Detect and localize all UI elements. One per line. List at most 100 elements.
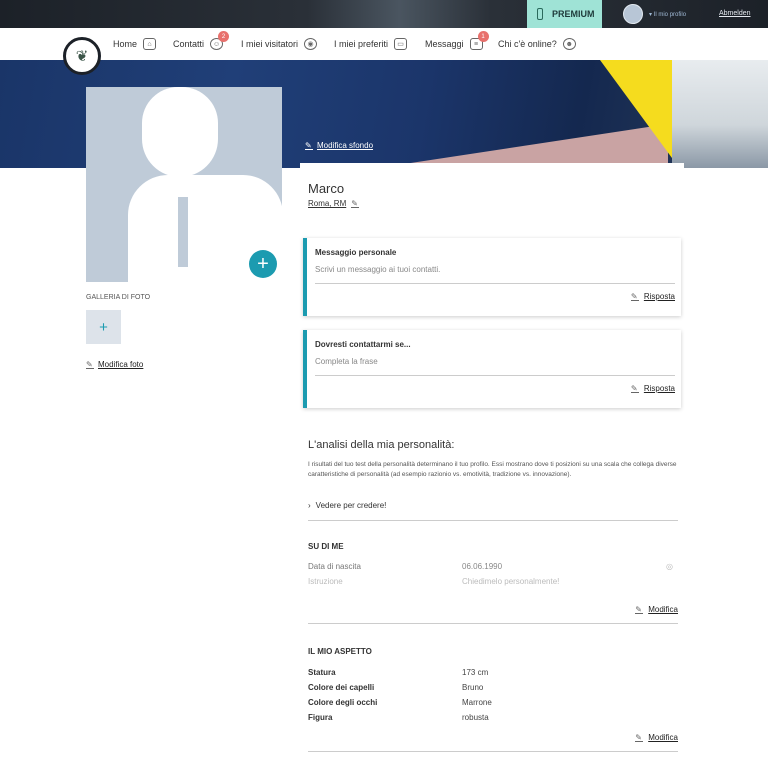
silhouette-head bbox=[142, 87, 218, 177]
bookmark-icon: ▭ bbox=[394, 38, 408, 50]
row-key: Istruzione bbox=[308, 577, 343, 586]
complete-sentence-input[interactable]: Completa la frase bbox=[315, 357, 378, 366]
personality-description: I risultati del tuo test della personali… bbox=[308, 461, 677, 478]
add-gallery-photo-button[interactable]: + bbox=[86, 310, 121, 344]
divider bbox=[315, 375, 675, 376]
about-row: Istruzione Chiedimelo personalmente! bbox=[308, 577, 678, 589]
plus-icon: + bbox=[257, 253, 269, 275]
pencil-icon: ✎ bbox=[630, 291, 639, 301]
nav-home[interactable]: Home ⌂ bbox=[113, 28, 157, 60]
top-bar: PREMIUM ▾ Il mio profilo Abmelden bbox=[0, 0, 768, 28]
plus-icon: + bbox=[99, 318, 108, 336]
divider bbox=[308, 520, 678, 521]
notification-badge: 2 bbox=[218, 31, 230, 42]
reply-label: Risposta bbox=[643, 292, 675, 301]
chat-icon: ≡ 1 bbox=[469, 31, 489, 50]
personal-message-input[interactable]: Scrivi un messaggio ai tuoi contatti. bbox=[315, 265, 440, 274]
look-row: Figura robusta bbox=[308, 713, 678, 725]
profile-header-card bbox=[300, 163, 684, 226]
edit-photo-link[interactable]: ✎ Modifica foto bbox=[86, 360, 143, 369]
card-title: Dovresti contattarmi se... bbox=[315, 340, 411, 349]
notification-badge: 1 bbox=[477, 31, 489, 42]
reply-label: Risposta bbox=[643, 384, 675, 393]
card-title: Messaggio personale bbox=[315, 248, 397, 257]
row-key: Figura bbox=[308, 713, 333, 722]
divider bbox=[315, 283, 675, 284]
edit-look-link[interactable]: ✎ Modifica bbox=[635, 733, 678, 742]
hidden-eye-icon[interactable]: ◎ bbox=[666, 562, 673, 571]
online-icon: ☻ bbox=[562, 38, 576, 50]
personality-title: L'analisi della mia personalità: bbox=[308, 439, 455, 451]
nav-messages[interactable]: Messaggi ≡ 1 bbox=[425, 28, 489, 60]
chevron-right-icon: › bbox=[308, 501, 311, 510]
personality-link-label: Vedere per credere! bbox=[315, 501, 387, 510]
edit-label: Modifica bbox=[648, 605, 678, 614]
about-row: Data di nascita 06.06.1990 ◎ bbox=[308, 562, 678, 574]
edit-about-link[interactable]: ✎ Modifica bbox=[635, 605, 678, 614]
divider bbox=[308, 751, 678, 752]
nav-favorites[interactable]: I miei preferiti ▭ bbox=[334, 28, 408, 60]
row-value: Marrone bbox=[462, 698, 492, 707]
pencil-icon: ✎ bbox=[305, 140, 313, 150]
divider bbox=[308, 623, 678, 624]
row-value: robusta bbox=[462, 713, 489, 722]
nav-label: Chi c'è online? bbox=[498, 39, 557, 49]
gallery-title: GALLERIA DI FOTO bbox=[86, 294, 151, 301]
leaf-logo-icon: ❦ bbox=[75, 48, 89, 65]
nav-online[interactable]: Chi c'è online? ☻ bbox=[498, 28, 576, 60]
profile-name: Marco bbox=[308, 181, 345, 196]
silhouette-tie bbox=[178, 197, 188, 267]
battery-icon bbox=[537, 8, 543, 20]
nav-label: Messaggi bbox=[425, 39, 464, 49]
look-title: IL MIO ASPETTO bbox=[308, 647, 372, 656]
row-value: Bruno bbox=[462, 683, 484, 692]
account-label: ▾ Il mio profilo bbox=[649, 11, 687, 18]
premium-label: PREMIUM bbox=[552, 9, 595, 19]
nav-label: Home bbox=[113, 39, 138, 49]
pencil-icon: ✎ bbox=[635, 732, 644, 742]
main-nav: ❦ Home ⌂ Contatti ☺ 2 I miei visitatori ◉… bbox=[0, 28, 768, 75]
logout-link[interactable]: Abmelden bbox=[719, 10, 751, 17]
look-row: Statura 173 cm bbox=[308, 668, 678, 680]
row-value: 06.06.1990 bbox=[462, 562, 503, 571]
contact-me-if-card: Dovresti contattarmi se... Completa la f… bbox=[303, 330, 681, 408]
user-icon: ☺ 2 bbox=[210, 31, 230, 50]
nav-label: I miei visitatori bbox=[241, 39, 299, 49]
look-row: Colore dei capelli Bruno bbox=[308, 683, 678, 695]
row-key: Colore dei capelli bbox=[308, 683, 375, 692]
personal-message-card: Messaggio personale Scrivi un messaggio … bbox=[303, 238, 681, 316]
pencil-icon: ✎ bbox=[630, 383, 639, 393]
personality-link[interactable]: › Vedere per credere! bbox=[308, 501, 386, 510]
add-photo-button[interactable]: + bbox=[249, 250, 277, 278]
about-title: SU DI ME bbox=[308, 542, 344, 551]
reply-link[interactable]: ✎ Risposta bbox=[630, 383, 675, 393]
nav-contacts[interactable]: Contatti ☺ 2 bbox=[173, 28, 230, 60]
avatar bbox=[623, 4, 643, 24]
nav-label: Contatti bbox=[173, 39, 205, 49]
home-icon: ⌂ bbox=[143, 38, 157, 50]
eye-icon: ◉ bbox=[304, 38, 318, 50]
premium-button[interactable]: PREMIUM bbox=[527, 0, 602, 28]
nav-label: I miei preferiti bbox=[334, 39, 389, 49]
banner-shape bbox=[672, 60, 768, 168]
row-key: Data di nascita bbox=[308, 562, 361, 571]
row-value: Chiedimelo personalmente! bbox=[462, 577, 560, 586]
reply-link[interactable]: ✎ Risposta bbox=[630, 291, 675, 301]
edit-photo-label: Modifica foto bbox=[98, 360, 144, 369]
row-value: 173 cm bbox=[462, 668, 489, 677]
profile-city-link[interactable]: Roma, RM ✎ bbox=[308, 198, 360, 208]
nav-visitors[interactable]: I miei visitatori ◉ bbox=[241, 28, 318, 60]
account-menu[interactable]: ▾ Il mio profilo bbox=[623, 4, 686, 24]
edit-background-label: Modifica sfondo bbox=[317, 141, 374, 150]
pencil-icon: ✎ bbox=[86, 359, 94, 369]
site-logo[interactable]: ❦ bbox=[63, 37, 101, 75]
edit-label: Modifica bbox=[648, 733, 678, 742]
pencil-icon: ✎ bbox=[351, 198, 360, 208]
row-key: Colore degli occhi bbox=[308, 698, 378, 707]
banner-shape bbox=[378, 124, 668, 168]
city-label: Roma, RM bbox=[308, 199, 347, 208]
row-key: Statura bbox=[308, 668, 336, 677]
pencil-icon: ✎ bbox=[635, 604, 644, 614]
edit-background-link[interactable]: ✎ Modifica sfondo bbox=[305, 141, 373, 150]
look-row: Colore degli occhi Marrone bbox=[308, 698, 678, 710]
